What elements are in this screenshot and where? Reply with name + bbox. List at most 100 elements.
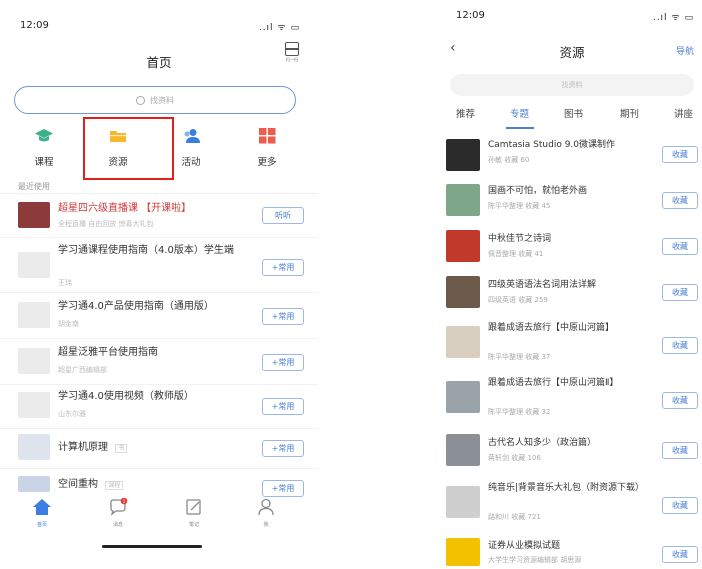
tab-home-label: 首页 [36,522,47,528]
item-thumbnail [446,326,480,358]
row-divider [0,428,318,429]
add-common-button[interactable]: +常用 [262,354,304,371]
item-thumbnail [446,184,480,216]
item-title: 超星泛雅平台使用指南 [58,347,158,358]
favorite-button[interactable]: 收藏 [662,497,698,514]
quick-course-label: 课程 [34,157,54,168]
row-divider [0,292,318,293]
scan-button[interactable]: 扫一扫 [284,42,300,64]
active-tab-underline [506,127,534,129]
item-title: 学习通4.0产品使用指南（通用版） [58,301,214,312]
favorite-button[interactable]: 收藏 [662,337,698,354]
tab-messages-label: 消息 [112,522,123,528]
favorite-button[interactable]: 收藏 [662,146,698,163]
status-bar: 12:09 ..ıl ᯤ ▭ [0,0,318,33]
favorite-button[interactable]: 收藏 [662,192,698,209]
highlight-box [83,117,174,180]
book-thumbnail [18,434,50,460]
list-item[interactable]: 跟着成语去旅行【中原山河篇】 陈平华整理 收藏 37 收藏 [446,320,698,368]
list-item[interactable]: 中秋佳节之诗词 佩音整理 收藏 41 收藏 [446,228,698,268]
row-divider [0,384,318,385]
search-input[interactable]: 找资料 [14,86,296,114]
quick-course[interactable]: 课程 [14,128,74,168]
list-item[interactable]: 学习通4.0产品使用指南（通用版） 胡金南 +常用 [18,298,304,334]
quick-more[interactable]: 更多 [237,128,297,168]
tab-books[interactable]: 图书 [564,106,583,120]
item-title: 四级英语语法名词用法详解 [488,280,597,290]
add-common-button[interactable]: +常用 [262,308,304,325]
user-icon [258,498,274,516]
tab-notes-label: 笔记 [188,522,199,528]
item-subtitle: 大学生学习资源编辑部 胡思源 [488,556,582,564]
item-subtitle: 佩音整理 收藏 41 [488,250,544,258]
scan-label: 扫一扫 [286,57,298,62]
listen-button[interactable]: 听听 [262,207,304,224]
section-divider [0,193,318,194]
item-subtitle: 超星广西编辑部 [58,366,107,374]
list-item[interactable]: 证券从业模拟试题 大学生学习资源编辑部 胡思源 收藏 [446,536,698,568]
item-title: 证券从业模拟试题 [488,541,561,551]
type-badge: 课程 [105,481,124,490]
people-icon [184,129,200,143]
tab-lectures[interactable]: 讲座 [674,106,693,120]
item-thumbnail [446,486,480,518]
list-item[interactable]: 超星泛雅平台使用指南 超星广西编辑部 +常用 [18,344,304,380]
course-thumbnail [18,476,50,492]
favorite-button[interactable]: 收藏 [662,442,698,459]
item-subtitle: 全程直播 自由回放 惊喜大礼包 [58,220,154,228]
item-title: Camtasia Studio 9.0微课制作 [488,140,616,150]
list-item[interactable]: 超星四六级直播课 【开课啦】 全程直播 自由回放 惊喜大礼包 听听 [18,200,304,236]
item-title-wrap: 空间重构 课程 [58,476,244,494]
page-title: 首页 [146,55,172,70]
tab-home[interactable]: 首页 [22,498,62,528]
item-title: 超星四六级直播课 【开课啦】 [58,203,192,214]
add-common-button[interactable]: +常用 [262,398,304,415]
home-screen: 12:09 ..ıl ᯤ ▭ 首页 扫一扫 找资料 课程 资源 活动 更多 最近… [0,0,318,569]
row-divider [0,237,318,238]
favorite-button[interactable]: 收藏 [662,392,698,409]
favorite-button[interactable]: 收藏 [662,546,698,563]
item-subtitle: 王玮 [58,279,72,287]
message-badge: 1 [123,499,126,505]
status-bar: 12:09 ..ıl ᯤ ▭ [442,0,702,24]
list-item[interactable]: 空间重构 课程 +常用 [18,476,304,497]
list-item[interactable]: 古代名人知多少（政治篇） 蒋轩剑 收藏 106 收藏 [446,432,698,472]
add-common-button[interactable]: +常用 [262,259,304,276]
search-input[interactable]: 找资料 [450,74,694,96]
tab-messages[interactable]: 1 消息 [98,497,138,528]
list-item[interactable]: 四级英语语法名词用法详解 四级英语 收藏 259 收藏 [446,274,698,314]
list-item[interactable]: 计算机原理 书 +常用 [18,434,304,462]
list-item[interactable]: 学习通4.0使用视频（教师版） 山东尔雅 +常用 [18,388,304,424]
tab-recommend[interactable]: 推荐 [456,106,475,120]
list-item[interactable]: 学习通课程使用指南（4.0版本）学生端 王玮 +常用 [18,242,304,290]
add-common-button[interactable]: +常用 [262,440,304,457]
tab-journals[interactable]: 期刊 [620,106,639,120]
note-edit-icon [186,499,201,515]
quick-more-label: 更多 [257,157,277,168]
status-time: 12:09 [20,20,49,31]
favorite-button[interactable]: 收藏 [662,284,698,301]
list-item[interactable]: 国画不可怕，就怕老外画 陈平华整理 收藏 45 收藏 [446,182,698,222]
list-item[interactable]: 跟着成语去旅行【中原山河篇Ⅱ】 陈平华整理 收藏 32 收藏 [446,375,698,423]
nav-link[interactable]: 导航 [676,44,694,57]
home-indicator [102,545,202,548]
item-subtitle: 陈平华整理 收藏 32 [488,408,551,416]
tab-me[interactable]: 我 [246,498,286,528]
status-signal-icon: ..ıl ᯤ ▭ [652,13,694,23]
tab-topics[interactable]: 专题 [510,106,529,120]
favorite-button[interactable]: 收藏 [662,238,698,255]
item-title: 中秋佳节之诗词 [488,234,552,244]
item-title: 古代名人知多少（政治篇） [488,438,597,448]
item-thumbnail [18,252,50,278]
chat-bubble-icon: 1 [110,497,128,516]
list-item[interactable]: Camtasia Studio 9.0微课制作 孙敏 收藏 60 收藏 [446,136,698,176]
list-item[interactable]: 纯音乐|背景音乐大礼包（附资源下载） 路和川 收藏 721 收藏 [446,480,698,528]
item-subtitle: 四级英语 收藏 259 [488,296,548,304]
item-title: 跟着成语去旅行【中原山河篇Ⅱ】 [488,378,619,388]
tab-notes[interactable]: 笔记 [174,498,214,528]
bottom-tab-bar: 首页 1 消息 笔记 我 [0,497,318,538]
add-common-button[interactable]: +常用 [262,480,304,497]
item-title: 计算机原理 [58,442,108,453]
item-subtitle: 山东尔雅 [58,410,86,418]
search-icon [136,95,145,105]
